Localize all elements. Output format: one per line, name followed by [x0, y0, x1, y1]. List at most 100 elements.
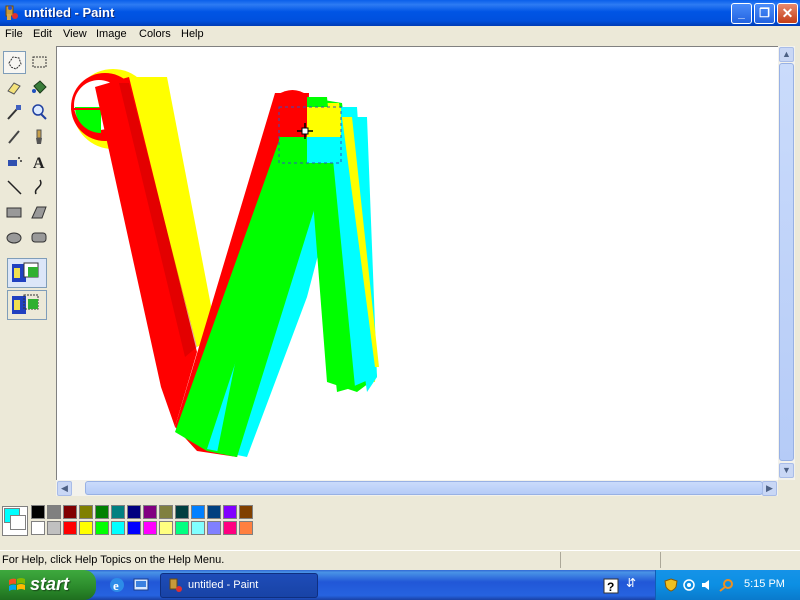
scroll-down-button[interactable]: ▼	[779, 463, 794, 478]
palette-swatch[interactable]	[31, 521, 45, 535]
svg-text:A: A	[33, 155, 45, 171]
magnifier-tool[interactable]	[28, 101, 51, 124]
search-icon[interactable]	[718, 578, 734, 592]
fill-with-color-icon	[32, 80, 47, 94]
scroll-up-button[interactable]: ▲	[779, 47, 794, 62]
volume-icon[interactable]	[700, 578, 714, 592]
minimize-button[interactable]: _	[731, 3, 752, 24]
palette-swatch[interactable]	[31, 505, 45, 519]
palette-swatch[interactable]	[95, 505, 109, 519]
palette-swatch[interactable]	[159, 521, 173, 535]
palette-swatch[interactable]	[239, 521, 253, 535]
palette-swatch[interactable]	[175, 521, 189, 535]
scroll-left-button[interactable]: ◀	[57, 481, 72, 496]
palette-swatch[interactable]	[223, 521, 237, 535]
arrow-right-icon: ▶	[766, 483, 773, 493]
svg-text:?: ?	[607, 580, 614, 594]
palette-swatch[interactable]	[63, 521, 77, 535]
transparent-selection-icon	[12, 294, 39, 314]
restore-icon: ❐	[759, 6, 770, 20]
palette-swatch[interactable]	[111, 505, 125, 519]
curve-tool[interactable]	[28, 176, 51, 199]
palette-swatch[interactable]	[143, 505, 157, 519]
rounded-rectangle-tool[interactable]	[28, 226, 51, 249]
line-tool[interactable]	[3, 176, 26, 199]
transparent-selection-option[interactable]	[7, 290, 47, 320]
line-icon	[7, 180, 22, 195]
menu-colors[interactable]: Colors	[139, 28, 171, 40]
pencil-icon	[8, 130, 20, 144]
vertical-scrollbar[interactable]: ▲ ▼	[778, 46, 795, 480]
airbrush-tool[interactable]	[3, 151, 26, 174]
palette-swatch[interactable]	[127, 505, 141, 519]
status-coordinates-cell	[560, 552, 661, 568]
horizontal-scroll-thumb[interactable]	[85, 481, 763, 495]
palette-swatch[interactable]	[207, 521, 221, 535]
paint-app-icon	[5, 5, 18, 20]
pick-color-tool[interactable]	[3, 101, 26, 124]
pencil-tool[interactable]	[3, 126, 26, 149]
background-color	[10, 515, 26, 530]
palette-swatch[interactable]	[207, 505, 221, 519]
opaque-selection-icon	[12, 262, 39, 282]
free-form-select-tool[interactable]	[3, 51, 26, 74]
free-form-select-icon	[8, 56, 22, 70]
palette-swatch[interactable]	[175, 505, 189, 519]
ellipse-icon	[6, 232, 22, 244]
rectangle-icon	[6, 207, 22, 218]
palette-swatch[interactable]	[127, 521, 141, 535]
menu-file[interactable]: File	[5, 28, 23, 40]
select-tool[interactable]	[28, 51, 51, 74]
text-icon: A	[33, 155, 45, 171]
vertical-scroll-thumb[interactable]	[779, 63, 794, 461]
window-title: untitled - Paint	[24, 5, 115, 20]
menu-help[interactable]: Help	[181, 28, 204, 40]
svg-text:e: e	[113, 578, 119, 593]
palette-swatch[interactable]	[63, 505, 77, 519]
palette-swatch[interactable]	[191, 505, 205, 519]
clock: 5:15 PM	[744, 578, 785, 590]
scroll-right-button[interactable]: ▶	[762, 481, 777, 496]
airbrush-icon	[8, 157, 22, 166]
palette-swatch[interactable]	[143, 521, 157, 535]
palette-swatch[interactable]	[223, 505, 237, 519]
opaque-selection-option[interactable]	[7, 258, 47, 288]
network-icon[interactable]	[682, 578, 696, 592]
select-icon	[32, 56, 47, 68]
brush-tool[interactable]	[28, 126, 51, 149]
drawing-canvas[interactable]	[56, 46, 778, 480]
palette-swatch[interactable]	[79, 521, 93, 535]
text-tool[interactable]: A	[28, 151, 51, 174]
rectangle-tool[interactable]	[3, 201, 26, 224]
menu-edit[interactable]: Edit	[33, 28, 52, 40]
palette-swatch[interactable]	[79, 505, 93, 519]
security-shield-icon[interactable]	[664, 578, 678, 592]
palette-swatch[interactable]	[191, 521, 205, 535]
polygon-tool[interactable]	[28, 201, 51, 224]
chevron-down-icon[interactable]: ⇵	[626, 576, 636, 590]
ellipse-tool[interactable]	[3, 226, 26, 249]
horizontal-scrollbar[interactable]: ◀ ▶	[56, 480, 778, 496]
paint-app-icon	[169, 578, 182, 592]
eraser-tool[interactable]	[3, 76, 26, 99]
show-desktop-icon[interactable]	[132, 576, 150, 594]
scroll-corner	[778, 480, 795, 496]
palette-swatch[interactable]	[95, 521, 109, 535]
menu-image[interactable]: Image	[96, 28, 127, 40]
close-button[interactable]: ✕	[777, 3, 798, 24]
restore-button[interactable]: ❐	[754, 3, 775, 24]
menu-bar: File Edit View Image Colors Help	[0, 26, 800, 44]
palette-swatch[interactable]	[239, 505, 253, 519]
polygon-icon	[31, 206, 47, 219]
title-bar	[0, 0, 800, 26]
arrow-up-icon: ▲	[782, 49, 791, 59]
palette-swatch[interactable]	[47, 521, 61, 535]
palette-swatch[interactable]	[47, 505, 61, 519]
magnifier-icon	[32, 104, 47, 120]
palette-swatch[interactable]	[111, 521, 125, 535]
internet-explorer-icon[interactable]: e	[108, 576, 126, 594]
menu-view[interactable]: View	[63, 28, 87, 40]
fill-with-color-tool[interactable]	[28, 76, 51, 99]
palette-swatch[interactable]	[159, 505, 173, 519]
help-icon[interactable]: ?	[603, 578, 619, 594]
